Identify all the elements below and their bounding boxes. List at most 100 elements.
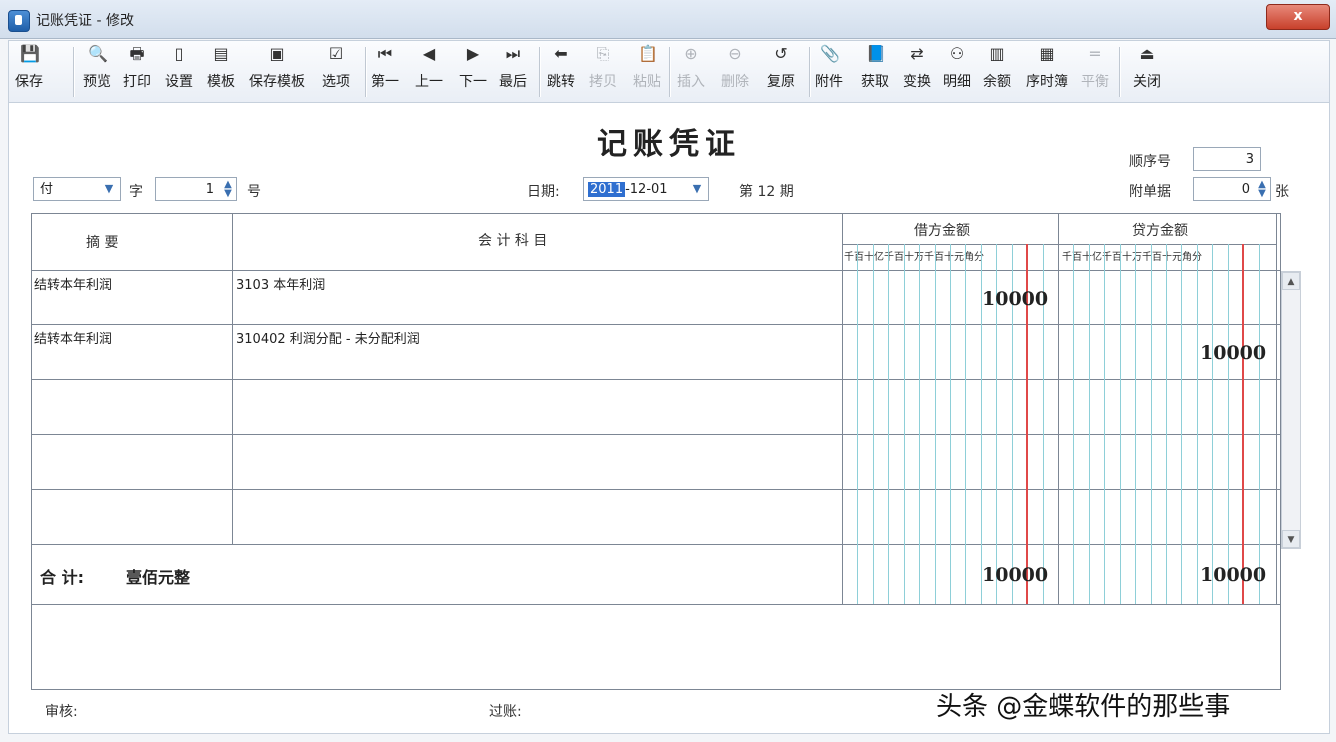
- toolbar-button-label: 选项: [322, 74, 350, 90]
- scroll-up-icon[interactable]: ▲: [1282, 272, 1300, 290]
- toolbar-button-15[interactable]: ⊕ 插入: [673, 41, 709, 95]
- digit-column-line: [1212, 244, 1213, 604]
- toolbar-button-4[interactable]: ▯ 设置: [161, 41, 197, 95]
- first-icon: ⏮: [377, 44, 393, 63]
- digit-column-line: [1197, 244, 1198, 604]
- seq-label: 顺序号: [1129, 154, 1171, 170]
- toolbar-button-label: 明细: [943, 74, 971, 90]
- toolbar-button-23[interactable]: ▦ 序时簿: [1019, 41, 1075, 95]
- toolbar-button-label: 插入: [677, 74, 705, 90]
- row-divider: [32, 489, 1280, 490]
- toolbar-button-11[interactable]: ⏭ 最后: [493, 41, 533, 95]
- toolbar-button-19[interactable]: 📘 获取: [855, 41, 895, 95]
- insert-icon: ⊕: [684, 44, 698, 63]
- total-words: 壹佰元整: [126, 568, 191, 587]
- toolbar-button-label: 模板: [207, 74, 235, 90]
- toolbar-button-17[interactable]: ↺ 复原: [761, 41, 801, 95]
- row-account[interactable]: 3103 本年利润: [236, 274, 325, 293]
- spinner-icon[interactable]: ▲ ▼: [1255, 180, 1269, 199]
- toolbar-button-14[interactable]: 📋 粘贴: [627, 41, 667, 95]
- balance-icon: ▥: [989, 44, 1005, 63]
- toolbar-separator: [1119, 47, 1120, 97]
- toolbar-button-label: 最后: [499, 74, 527, 90]
- toolbar-separator: [539, 47, 540, 97]
- toolbar-button-8[interactable]: ⏮ 第一: [365, 41, 405, 95]
- toolbar-button-10[interactable]: ▶ 下一: [453, 41, 493, 95]
- row-divider: [32, 544, 1280, 545]
- row-debit-amount: 10000: [982, 288, 1049, 310]
- row-divider: [32, 379, 1280, 380]
- toolbar-separator: [365, 47, 366, 97]
- toolbar-button-label: 下一: [459, 74, 487, 90]
- voucher-type-value: 付: [40, 182, 54, 197]
- toolbar-button-20[interactable]: ⇄ 变换: [897, 41, 937, 95]
- attach-count-input[interactable]: 0 ▲ ▼: [1193, 177, 1271, 201]
- toolbar-button-24[interactable]: = 平衡: [1075, 41, 1115, 95]
- total-label: 合 计:: [40, 568, 84, 587]
- total-credit-amount: 10000: [1200, 564, 1267, 586]
- transform-icon: ⇄: [910, 44, 924, 63]
- voucher-type-select[interactable]: 付 ▼: [33, 177, 121, 201]
- page-setup-icon: ▯: [174, 44, 184, 63]
- notes-area: [31, 603, 1281, 690]
- last-icon: ⏭: [505, 44, 521, 63]
- app-icon: [8, 10, 30, 32]
- toolbar-button-label: 拷贝: [589, 74, 617, 90]
- toolbar-button-21[interactable]: ⚇ 明细: [937, 41, 977, 95]
- toolbar-button-16[interactable]: ⊖ 删除: [715, 41, 755, 95]
- toolbar-button-6[interactable]: ▣ 保存模板: [245, 41, 309, 95]
- toolbar-button-3[interactable]: 🖶 打印: [119, 41, 155, 95]
- save-icon: 💾: [20, 44, 40, 63]
- calendar-dropdown-icon[interactable]: ▼: [688, 180, 706, 198]
- spinner-icon[interactable]: ▲ ▼: [221, 180, 235, 199]
- toolbar-button-label: 上一: [415, 74, 443, 90]
- toolbar-button-9[interactable]: ◀ 上一: [409, 41, 449, 95]
- digit-column-line: [873, 244, 874, 604]
- toolbar-button-7[interactable]: ☑ 选项: [315, 41, 357, 95]
- digit-column-line: [857, 244, 858, 604]
- toolbar-button-13[interactable]: ⎘ 拷贝: [585, 41, 621, 95]
- voucher-number-input[interactable]: 1 ▲ ▼: [155, 177, 237, 201]
- col-divider: [1276, 214, 1277, 604]
- toolbar-button-18[interactable]: 📎 附件: [809, 41, 849, 95]
- fetch-icon: 📘: [866, 44, 886, 63]
- toolbar-button-1[interactable]: 💾 保存: [11, 41, 47, 95]
- row-summary[interactable]: 结转本年利润: [34, 274, 112, 293]
- chevron-down-icon[interactable]: ▼: [100, 180, 118, 198]
- yuan-decimal-line: [1242, 244, 1244, 604]
- row-account[interactable]: 310402 利润分配 - 未分配利润: [236, 328, 420, 347]
- toolbar-button-5[interactable]: ▤ 模板: [203, 41, 239, 95]
- voucher-form: 记账凭证 付 ▼ 字 1 ▲ ▼ 号 日期: 2011 -12-01 ▼ 第 12 …: [8, 102, 1330, 734]
- row-summary[interactable]: 结转本年利润: [34, 328, 112, 347]
- col-summary-header: 摘 要: [86, 235, 119, 251]
- exit-icon: ⏏: [1139, 44, 1155, 63]
- window-title: 记账凭证 - 修改: [36, 13, 134, 29]
- toolbar-button-label: 余额: [983, 74, 1011, 90]
- grid-scrollbar[interactable]: ▲ ▼: [1281, 271, 1301, 549]
- date-rest: -12-01: [625, 182, 668, 197]
- jump-icon: ⬅: [554, 44, 568, 63]
- digit-column-line: [919, 244, 920, 604]
- title-bar: 记账凭证 - 修改 x: [0, 0, 1336, 39]
- audit-label: 审核:: [45, 704, 78, 720]
- save-template-icon: ▣: [269, 44, 285, 63]
- equals-icon: =: [1088, 44, 1102, 63]
- toolbar-button-2[interactable]: 🔍 预览: [79, 41, 115, 95]
- preview-icon: 🔍: [88, 44, 108, 63]
- toolbar-button-25[interactable]: ⏏ 关闭: [1127, 41, 1167, 95]
- date-label: 日期:: [527, 184, 560, 200]
- digit-column-line: [1228, 244, 1229, 604]
- binoculars-icon: ⚇: [949, 44, 965, 63]
- col-divider: [842, 214, 843, 604]
- seq-number-input[interactable]: 3: [1193, 147, 1261, 171]
- toolbar-button-22[interactable]: ▥ 余额: [977, 41, 1017, 95]
- date-picker[interactable]: 2011 -12-01 ▼: [583, 177, 709, 201]
- total-debit-amount: 10000: [982, 564, 1049, 586]
- col-divider: [1058, 214, 1059, 604]
- close-window-button[interactable]: x: [1266, 4, 1330, 30]
- period-label: 第 12 期: [739, 184, 794, 200]
- digit-column-line: [1089, 244, 1090, 604]
- scroll-down-icon[interactable]: ▼: [1282, 530, 1300, 548]
- amount-header-divider: [842, 244, 1276, 245]
- toolbar-button-12[interactable]: ⬅ 跳转: [541, 41, 581, 95]
